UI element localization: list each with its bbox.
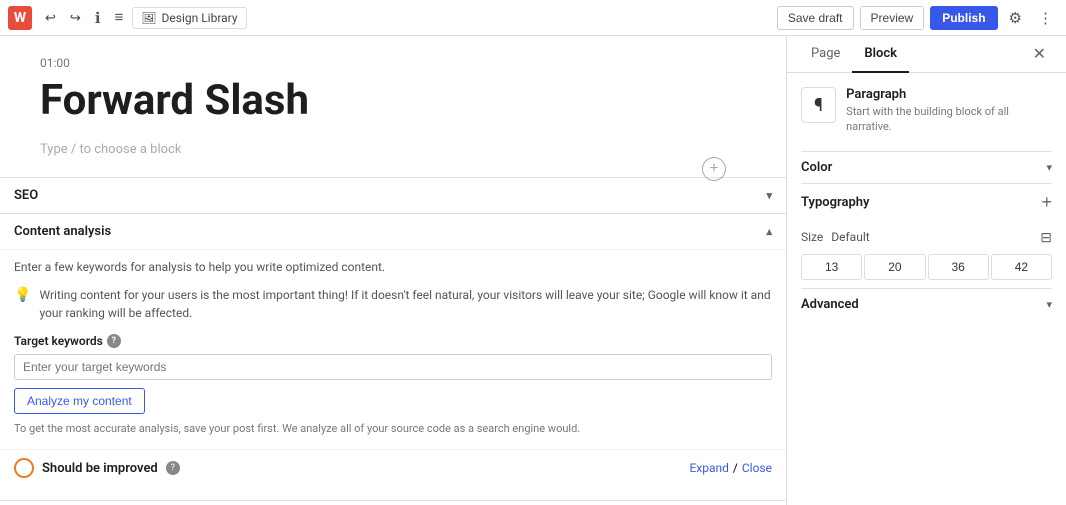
design-library-icon: 🖼 — [141, 11, 156, 25]
size-default: Default — [831, 230, 869, 244]
design-library-label: Design Library — [162, 11, 238, 25]
typography-label: Typography — [801, 195, 870, 210]
improved-info-icon[interactable]: ? — [166, 461, 180, 475]
post-title[interactable]: Forward Slash — [40, 76, 746, 126]
improved-left: Should be improved ? — [14, 458, 180, 478]
size-buttons: 13 20 36 42 — [801, 254, 1052, 280]
keyword-input[interactable] — [14, 354, 772, 380]
target-keywords-info-icon[interactable]: ? — [107, 334, 121, 348]
add-block-placeholder[interactable]: Type / to choose a block — [40, 142, 181, 157]
list-view-button[interactable]: ≡ — [110, 6, 129, 29]
redo-button[interactable]: ↪ — [65, 7, 86, 29]
size-42-button[interactable]: 42 — [991, 254, 1052, 280]
block-description: Start with the building block of all nar… — [846, 104, 1052, 135]
color-section[interactable]: Color ▾ — [801, 151, 1052, 183]
time-label: 01:00 — [40, 56, 746, 70]
wp-logo: W — [8, 6, 32, 30]
improved-circle-icon — [14, 458, 34, 478]
toolbar: W ↩ ↪ ℹ ≡ 🖼 Design Library Save draft Pr… — [0, 0, 1066, 36]
advanced-section[interactable]: Advanced ▾ — [801, 288, 1052, 320]
ca-hint: Enter a few keywords for analysis to hel… — [14, 260, 772, 274]
improved-row: Should be improved ? Expand / Close — [0, 449, 786, 486]
preview-button[interactable]: Preview — [860, 6, 925, 30]
seo-label: SEO — [14, 188, 38, 203]
tab-block[interactable]: Block — [852, 36, 909, 73]
editor-inner: 01:00 Forward Slash Type / to choose a b… — [0, 36, 786, 177]
ca-chevron-icon: ▴ — [766, 225, 772, 238]
expand-close-separator: / — [733, 461, 738, 475]
color-chevron-icon: ▾ — [1046, 161, 1052, 174]
seo-header[interactable]: SEO ▾ — [0, 178, 786, 213]
block-info: ¶ Paragraph Start with the building bloc… — [801, 87, 1052, 135]
add-block-row: Type / to choose a block + — [40, 142, 746, 157]
target-keywords-label: Target keywords ? — [14, 334, 772, 348]
size-row: Size Default ⊟ — [801, 221, 1052, 254]
seo-chevron-icon: ▾ — [766, 189, 772, 202]
editor-area: 01:00 Forward Slash Type / to choose a b… — [0, 36, 786, 505]
size-20-button[interactable]: 20 — [864, 254, 925, 280]
main-layout: 01:00 Forward Slash Type / to choose a b… — [0, 36, 1066, 505]
block-icon-box: ¶ — [801, 87, 836, 123]
tab-page[interactable]: Page — [799, 36, 852, 73]
tip-row: 💡 Writing content for your users is the … — [14, 286, 772, 322]
design-library-button[interactable]: 🖼 Design Library — [132, 7, 246, 29]
more-options-button[interactable]: ⋮ — [1033, 6, 1058, 30]
typography-add-button[interactable]: + — [1041, 192, 1052, 213]
panel-close-button[interactable]: ✕ — [1025, 36, 1054, 72]
tip-text: Writing content for your users is the mo… — [39, 286, 772, 322]
improved-label: Should be improved — [42, 461, 158, 476]
settings-button[interactable]: ⚙ — [1004, 6, 1027, 30]
keyword-input-row — [14, 354, 772, 380]
improved-right: Expand / Close — [689, 461, 772, 475]
color-label: Color — [801, 160, 832, 175]
seo-section: SEO ▾ — [0, 177, 786, 213]
size-label: Size — [801, 230, 823, 244]
undo-button[interactable]: ↩ — [40, 7, 61, 29]
advanced-label: Advanced — [801, 297, 859, 312]
toolbar-right: Save draft Preview Publish ⚙ ⋮ — [777, 6, 1058, 30]
save-draft-button[interactable]: Save draft — [777, 6, 854, 30]
close-link[interactable]: Close — [742, 461, 772, 475]
block-meta: Paragraph Start with the building block … — [846, 87, 1052, 135]
right-panel: Page Block ✕ ¶ Paragraph Start with the … — [786, 36, 1066, 505]
size-filter-button[interactable]: ⊟ — [1040, 229, 1052, 246]
publish-button[interactable]: Publish — [930, 6, 997, 30]
content-analysis-section: Content analysis ▴ Enter a few keywords … — [0, 213, 786, 505]
paragraph-icon: ¶ — [814, 95, 823, 116]
advanced-chevron-icon: ▾ — [1046, 298, 1052, 311]
analysis-note: To get the most accurate analysis, save … — [14, 422, 772, 435]
block-name: Paragraph — [846, 87, 1052, 102]
panel-body: ¶ Paragraph Start with the building bloc… — [787, 73, 1066, 505]
info-button[interactable]: ℹ — [90, 6, 106, 30]
size-13-button[interactable]: 13 — [801, 254, 862, 280]
canonical-url-item[interactable]: Canonical URL ▴ — [0, 500, 786, 505]
analyze-button[interactable]: Analyze my content — [14, 388, 145, 414]
ca-header[interactable]: Content analysis ▴ — [0, 214, 786, 249]
panel-tabs: Page Block ✕ — [787, 36, 1066, 73]
expand-link[interactable]: Expand — [689, 461, 728, 475]
size-36-button[interactable]: 36 — [928, 254, 989, 280]
typography-section[interactable]: Typography + — [801, 183, 1052, 221]
tip-icon: 💡 — [14, 287, 31, 303]
ca-body: Enter a few keywords for analysis to hel… — [0, 249, 786, 500]
ca-header-label: Content analysis — [14, 224, 111, 239]
